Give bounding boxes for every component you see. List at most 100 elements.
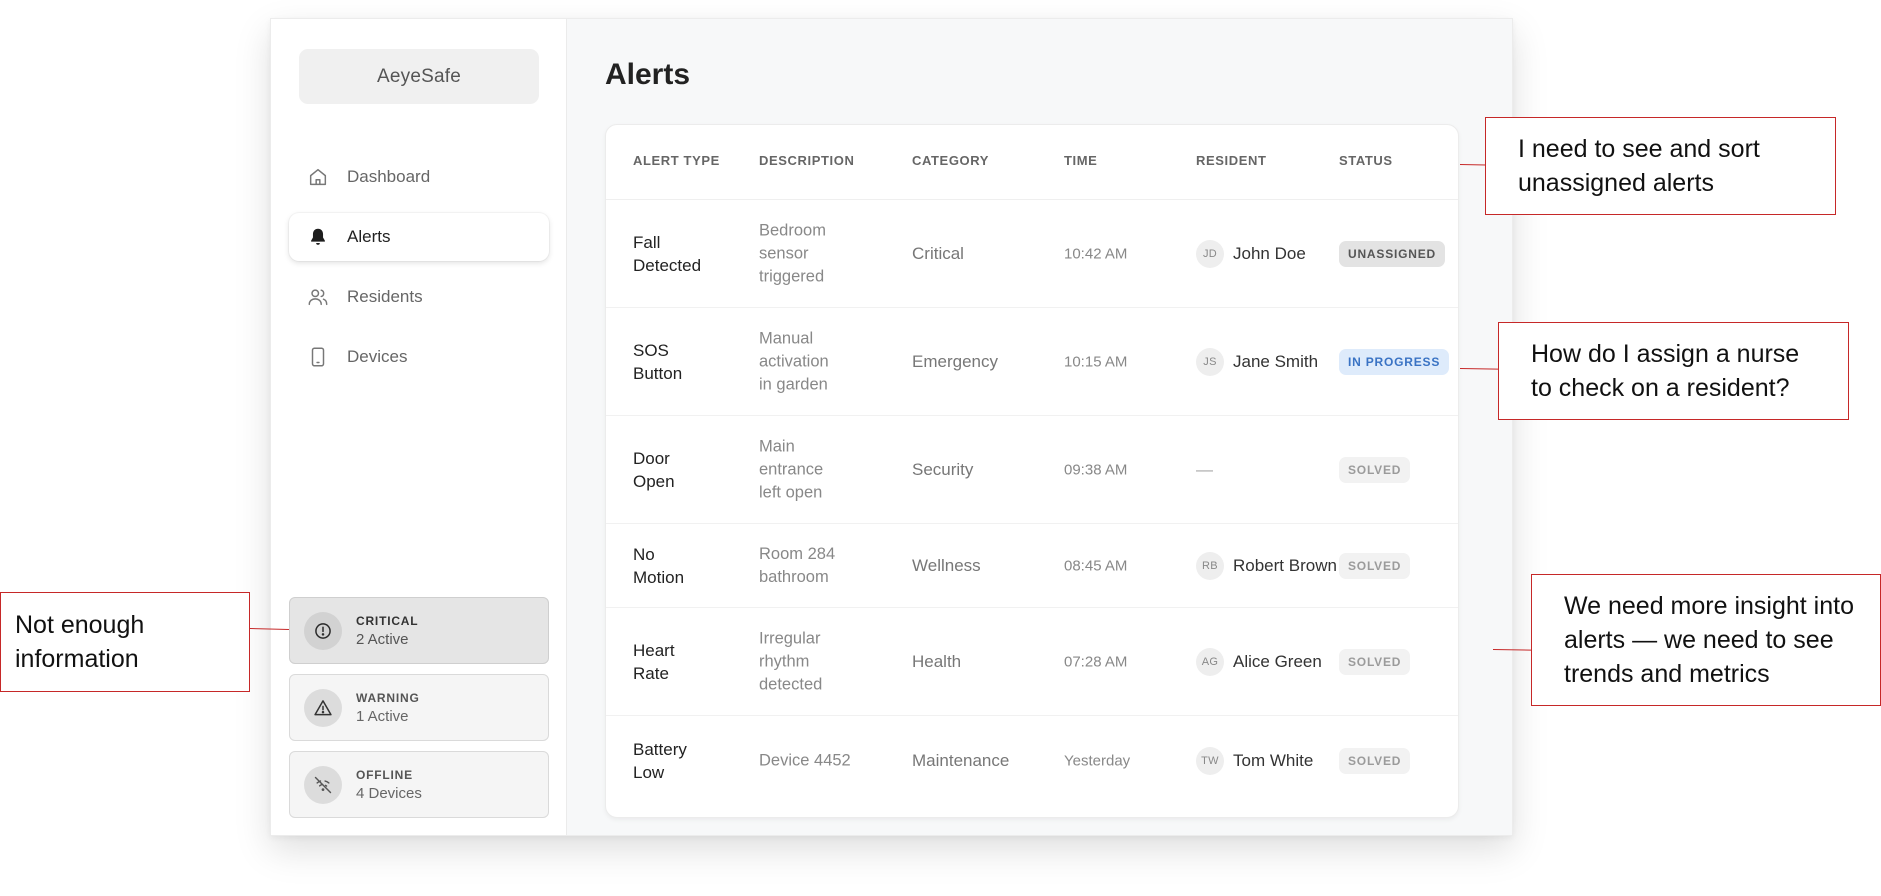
alert-type-line: Heart: [633, 640, 675, 660]
description-line: Irregular: [759, 629, 821, 647]
avatar: RB: [1196, 551, 1224, 580]
sidebar-item-label: Residents: [347, 287, 423, 306]
sidebar-item-residents[interactable]: Residents: [289, 273, 549, 321]
description-cell: Irregular rhythm detected: [759, 627, 879, 696]
alert-type-line: Open: [633, 471, 675, 491]
stat-label: CRITICAL: [356, 613, 419, 628]
resident-cell: —: [1196, 460, 1213, 480]
alert-type-line: Battery: [633, 740, 687, 759]
status-cell: SOLVED: [1339, 748, 1411, 774]
alert-type-cell: Battery Low: [633, 738, 743, 784]
status-badge[interactable]: SOLVED: [1339, 456, 1411, 483]
table-row[interactable]: Heart Rate Irregular rhythm detected Health 07…: [606, 608, 1458, 716]
table-row[interactable]: Battery Low Device 4452 Maintenance Yesterda…: [606, 716, 1458, 806]
resident-cell[interactable]: JD John Doe: [1196, 239, 1306, 268]
alert-type-line: Door: [633, 448, 670, 468]
annotation-assign-nurse: How do I assign a nurse to check on a re…: [1498, 322, 1849, 420]
resident-cell[interactable]: JS Jane Smith: [1196, 347, 1319, 376]
annotation-text: I need to see and sort unassigned alerts: [1518, 135, 1760, 197]
column-header-time[interactable]: TIME: [1064, 153, 1097, 168]
alerts-table: ALERT TYPE DESCRIPTION CATEGORY TIME RES…: [605, 124, 1459, 818]
column-header-alert-type[interactable]: ALERT TYPE: [633, 153, 720, 168]
stat-card-warning[interactable]: WARNING 1 Active: [289, 674, 549, 741]
category-cell: Critical: [912, 243, 964, 263]
column-header-description[interactable]: DESCRIPTION: [759, 153, 854, 168]
status-cell: IN PROGRESS: [1339, 348, 1450, 375]
sidebar-item-devices[interactable]: Devices: [289, 333, 549, 381]
resident-cell[interactable]: TW Tom White: [1196, 747, 1313, 775]
alert-type-line: Low: [633, 763, 665, 782]
wifi-off-icon: [304, 765, 342, 804]
stat-card-critical[interactable]: CRITICAL 2 Active: [289, 597, 549, 664]
annotation-sort-unassigned: I need to see and sort unassigned alerts: [1485, 117, 1836, 215]
sidebar-item-label: Devices: [347, 347, 408, 366]
resident-name: Alice Green: [1233, 651, 1322, 671]
sidebar-item-dashboard[interactable]: Dashboard: [289, 153, 549, 201]
sidebar-item-label: Alerts: [347, 227, 391, 246]
alert-type-line: Motion: [633, 567, 685, 587]
description-line: bathroom: [759, 567, 829, 586]
resident-name: Tom White: [1233, 751, 1314, 770]
category-cell: Security: [912, 459, 974, 479]
sidebar-item-alerts[interactable]: Alerts: [289, 213, 549, 261]
page-title: Alerts: [605, 58, 691, 91]
avatar: AG: [1196, 647, 1224, 676]
alert-type-line: Button: [633, 363, 683, 383]
table-row[interactable]: Fall Detected Bedroom sensor triggered Critic…: [606, 200, 1458, 308]
sidebar-nav: Dashboard Alerts Residents Devices: [289, 153, 549, 393]
time-cell: 10:42 AM: [1064, 245, 1128, 262]
column-header-category[interactable]: CATEGORY: [912, 153, 989, 168]
table-row[interactable]: Door Open Main entrance left open Security 09:…: [606, 416, 1458, 524]
description-line: Device 4452: [759, 751, 851, 770]
time-cell: 08:45 AM: [1064, 557, 1128, 574]
status-badge[interactable]: UNASSIGNED: [1339, 240, 1446, 267]
annotation-text: We need more insight into alerts — we ne…: [1564, 592, 1854, 688]
table-row[interactable]: SOS Button Manual activation in garden Emerge…: [606, 308, 1458, 416]
alert-type-cell: Door Open: [633, 447, 743, 493]
app-logo: AeyeSafe: [299, 49, 539, 104]
resident-name: Jane Smith: [1233, 351, 1319, 371]
avatar: JS: [1196, 347, 1224, 376]
status-badge[interactable]: SOLVED: [1339, 748, 1411, 774]
resident-name: Robert Brown: [1233, 555, 1337, 575]
sidebar-item-label: Dashboard: [347, 167, 431, 186]
column-header-resident[interactable]: RESIDENT: [1196, 153, 1267, 168]
app-window: AeyeSafe Dashboard Alerts Residents Devi…: [270, 18, 1513, 836]
description-line: triggered: [759, 267, 825, 285]
status-cell: SOLVED: [1339, 456, 1411, 483]
resident-cell[interactable]: RB Robert Brown: [1196, 551, 1337, 580]
description-cell: Bedroom sensor triggered: [759, 219, 879, 288]
category-cell: Maintenance: [912, 751, 1010, 770]
column-header-status[interactable]: STATUS: [1339, 153, 1393, 168]
description-cell: Manual activation in garden: [759, 327, 879, 396]
stat-value: 2 Active: [356, 630, 409, 648]
alert-type-line: Rate: [633, 663, 669, 683]
resident-cell[interactable]: AG Alice Green: [1196, 647, 1322, 676]
alert-type-cell: No Motion: [633, 543, 743, 589]
status-cell: UNASSIGNED: [1339, 240, 1446, 267]
users-icon: [307, 286, 329, 308]
main-content: Alerts ALERT TYPE DESCRIPTION CATEGORY T…: [567, 19, 1512, 835]
description-cell: Main entrance left open: [759, 435, 879, 504]
status-badge[interactable]: SOLVED: [1339, 552, 1411, 579]
alert-type-cell: SOS Button: [633, 339, 743, 385]
annotation-text: Not enough information: [15, 611, 145, 673]
description-line: activation: [759, 352, 829, 370]
table-row[interactable]: No Motion Room 284 bathroom Wellness 08:45 AM…: [606, 524, 1458, 608]
sidebar: AeyeSafe Dashboard Alerts Residents Devi…: [271, 19, 567, 835]
description-line: Manual: [759, 329, 814, 347]
category-cell: Emergency: [912, 351, 998, 371]
description-line: Main: [759, 437, 795, 455]
description-line: in garden: [759, 375, 828, 393]
stat-label: WARNING: [356, 690, 420, 705]
status-badge[interactable]: IN PROGRESS: [1339, 348, 1450, 375]
stat-value: 1 Active: [356, 707, 409, 725]
status-badge[interactable]: SOLVED: [1339, 648, 1411, 675]
time-cell: 07:28 AM: [1064, 653, 1128, 670]
alert-circle-icon: [304, 611, 342, 650]
bell-icon: [307, 226, 329, 248]
alert-type-cell: Heart Rate: [633, 639, 743, 685]
stat-card-offline[interactable]: OFFLINE 4 Devices: [289, 751, 549, 818]
alert-type-line: No: [633, 544, 655, 564]
resident-name: —: [1196, 459, 1213, 479]
